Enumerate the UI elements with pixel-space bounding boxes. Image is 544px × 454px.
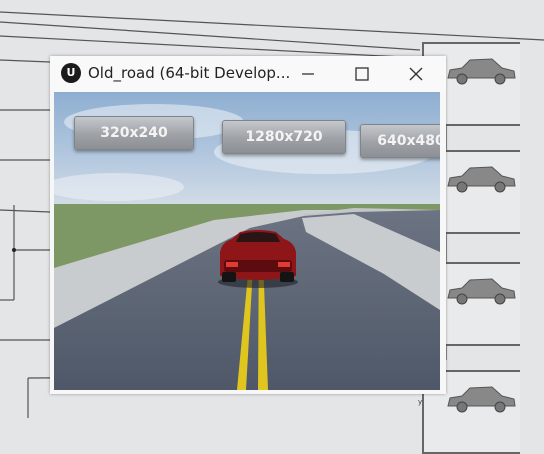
car-icon [447, 58, 516, 85]
maximize-button[interactable] [342, 60, 382, 88]
resolution-1280x720-button[interactable]: 1280x720 [222, 120, 346, 154]
resolution-640x480-button[interactable]: 640x480 [360, 124, 440, 158]
unreal-engine-logo-icon: U [61, 63, 81, 83]
minimize-button[interactable] [288, 60, 328, 88]
window-title: Old_road (64-bit Develop... [88, 64, 291, 82]
car-icon [447, 278, 516, 305]
game-window: U Old_road (64-bit Develop... 320x240 12… [50, 56, 446, 394]
close-button[interactable] [396, 60, 436, 88]
car-icon [447, 386, 516, 413]
resolution-320x240-button[interactable]: 320x240 [74, 116, 194, 150]
car-icon [447, 166, 516, 193]
port-label: y [418, 398, 423, 406]
game-viewport[interactable]: 320x240 1280x720 640x480 [54, 92, 440, 390]
title-bar[interactable]: U Old_road (64-bit Develop... [50, 56, 446, 92]
